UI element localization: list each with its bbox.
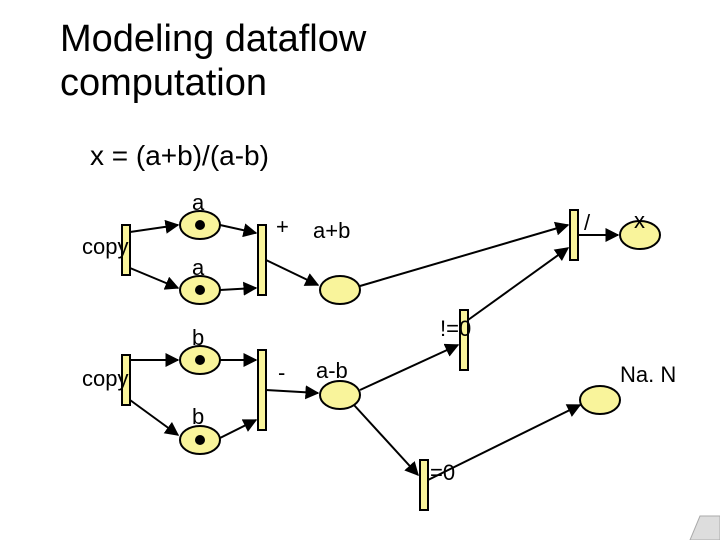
label-minus: - [278,360,285,386]
arc-aminusb-eq0 [354,405,418,475]
arc-aminusb-neq0 [360,345,458,390]
arc-copyb-b2 [130,400,178,435]
place-aminusb [320,381,360,409]
label-x: x [634,208,645,234]
arc-b2-minus [220,420,256,438]
place-aplusb [320,276,360,304]
label-copy1: copy [82,234,128,260]
transition-minus [258,350,266,430]
arc-neq0-div [468,248,568,320]
arc-minus-aminusb [266,390,318,393]
label-a2: a [192,255,204,281]
arc-copya-a2 [130,268,178,288]
diagram [0,0,720,540]
label-aminusb: a-b [316,358,348,384]
transition-plus [258,225,266,295]
slide-corner-icon [690,516,720,540]
slide: Modeling dataflow computation x = (a+b)/… [0,0,720,540]
label-plus: + [276,214,289,240]
token-a1 [195,220,205,230]
transition-div [570,210,578,260]
label-a1: a [192,190,204,216]
label-aplusb: a+b [313,218,350,244]
label-eq0: =0 [430,460,455,486]
transition-eq0 [420,460,428,510]
label-nan: Na. N [620,362,676,388]
token-a2 [195,285,205,295]
label-copy2: copy [82,366,128,392]
arc-copya-a1 [130,225,178,232]
label-div: / [584,210,590,236]
token-b1 [195,355,205,365]
place-nan [580,386,620,414]
arc-plus-aplusb [266,260,318,285]
token-b2 [195,435,205,445]
label-b1: b [192,325,204,351]
arc-a1-plus [220,225,256,233]
arc-a2-plus [220,288,256,290]
arc-aplusb-div [360,225,568,286]
label-b2: b [192,404,204,430]
label-neq0: !=0 [440,316,471,342]
